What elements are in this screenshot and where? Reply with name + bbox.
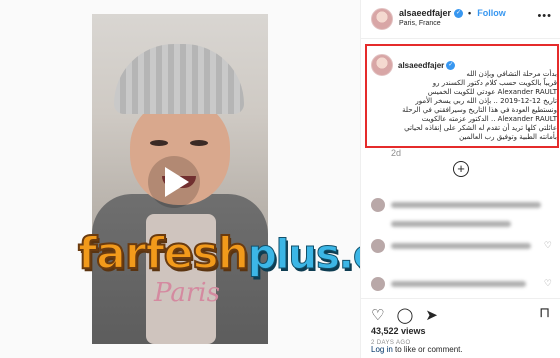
- action-bar: ♡ ◯ ➤: [371, 306, 438, 324]
- avatar[interactable]: [371, 8, 393, 30]
- username-link[interactable]: alsaeedfajer: [399, 8, 451, 18]
- comment-avatar[interactable]: [371, 198, 385, 212]
- caption-line: تاريخ 12-12-2019 .. بإذن الله ربي يسخر ا…: [415, 97, 557, 105]
- post-header: alsaeedfajer ✓ • Follow Paris, France: [371, 8, 506, 30]
- caption-line: قريباً بالكويت حسب كلام دكتور الكسندر رو: [432, 79, 557, 87]
- comment-like-icon[interactable]: ♡: [544, 240, 552, 251]
- like-icon[interactable]: ♡: [371, 306, 384, 324]
- caption-timestamp[interactable]: 2d: [391, 148, 401, 158]
- comment-icon[interactable]: ◯: [396, 306, 413, 324]
- list-item: [371, 197, 541, 213]
- video-subject-hat: [114, 44, 244, 114]
- comment-like-icon[interactable]: ♡: [544, 278, 552, 289]
- follow-button[interactable]: Follow: [477, 8, 506, 18]
- caption-line: Alexander RAULT عودتي للكويت الخميس: [427, 88, 557, 96]
- video-subject-eye: [150, 140, 168, 146]
- comment-text-blurred: [391, 281, 526, 287]
- caption-line: بدأت مرحلة التشافي وبإذن الله: [466, 70, 557, 78]
- list-item: [371, 276, 526, 292]
- list-item: [371, 238, 531, 254]
- comment-avatar[interactable]: [371, 277, 385, 291]
- view-count[interactable]: 43,522 views: [371, 326, 426, 336]
- caption-text: بدأت مرحلة التشافي وبإذن الله قريباً بال…: [371, 70, 557, 142]
- shirt-print-text: Paris: [154, 278, 220, 308]
- verified-icon: ✓: [454, 8, 464, 18]
- list-item: [371, 216, 511, 232]
- login-link[interactable]: Log in: [371, 345, 393, 354]
- comment-text-blurred: [391, 243, 531, 249]
- caption-avatar[interactable]: [371, 54, 393, 76]
- login-prompt: Log in to like or comment.: [371, 345, 463, 354]
- verified-icon: ✓: [446, 60, 456, 70]
- comment-text-blurred: [391, 221, 511, 227]
- header-divider: [361, 38, 560, 39]
- comment-text-blurred: [391, 202, 541, 208]
- caption-line: عائلتي كلها تريد أن تقدم له الشكر على إن…: [404, 124, 557, 132]
- caption-line: Alexander RAULT .. الدكتور عزمته عالكويت: [421, 115, 557, 123]
- separator-dot: •: [468, 8, 472, 18]
- location-link[interactable]: Paris, France: [399, 20, 506, 27]
- load-more-comments-icon[interactable]: +: [453, 161, 469, 177]
- actions-divider: [361, 298, 560, 299]
- caption-username[interactable]: alsaeedfajer: [398, 61, 444, 70]
- caption-line: بأمانته الطبية وتوفيق رب العالمين: [459, 133, 557, 141]
- play-icon[interactable]: [148, 156, 200, 208]
- video-subject-eye: [190, 140, 208, 146]
- watermark-main: farfesh: [77, 227, 250, 280]
- share-icon[interactable]: ➤: [425, 306, 438, 324]
- post-sidebar: alsaeedfajer ✓ • Follow Paris, France ••…: [360, 0, 560, 358]
- more-options-icon[interactable]: •••: [537, 10, 552, 22]
- bookmark-icon[interactable]: ⊓: [539, 304, 550, 321]
- caption: alsaeedfajer ✓ بدأت مرحلة التشافي وبإذن …: [371, 54, 557, 142]
- media-panel: Paris farfeshplus.com: [0, 0, 444, 358]
- comment-avatar[interactable]: [371, 239, 385, 253]
- caption-line: ونستطيع العودة في هذا التاريخ وسيرافقني …: [402, 106, 557, 114]
- login-prompt-text: to like or comment.: [392, 345, 463, 354]
